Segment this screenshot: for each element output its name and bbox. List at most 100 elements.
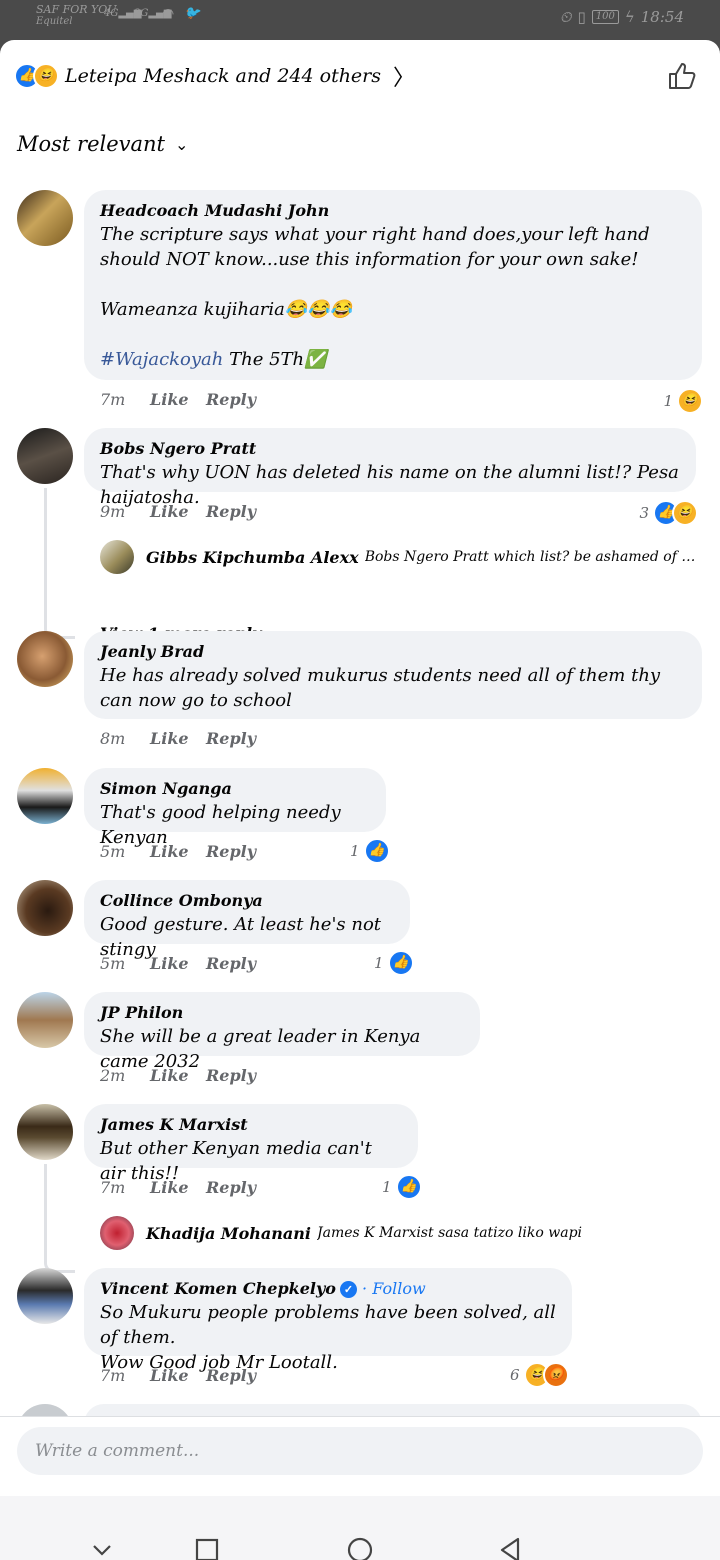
- avatar[interactable]: [17, 1268, 73, 1324]
- comment-text: The 5Th✅: [223, 349, 327, 370]
- haha-icon: 😆: [677, 388, 703, 414]
- avatar[interactable]: [17, 1104, 73, 1160]
- reply-author[interactable]: Khadija Mohanani: [146, 1224, 311, 1243]
- status-right: ⏲ ▯ 100 ϟ 18:54: [560, 8, 684, 26]
- reaction-count-number: 1: [382, 1178, 392, 1196]
- reaction-count-number: 3: [639, 504, 649, 522]
- like-button[interactable]: Like: [150, 1178, 206, 1197]
- comment-actions: 9m Like Reply: [100, 502, 256, 521]
- comment-author[interactable]: Jeanly Brad: [100, 641, 686, 663]
- hashtag-link[interactable]: #Wajackoyah: [100, 349, 223, 370]
- comment-bubble[interactable]: JP Philon She will be a great leader in …: [84, 992, 480, 1072]
- comment-time: 7m: [100, 390, 126, 409]
- like-button[interactable]: Like: [150, 502, 206, 521]
- avatar[interactable]: [17, 992, 73, 1048]
- signal-4g-label: 4G: [104, 8, 119, 19]
- status-bar: SAF FOR YOU Equitel 4G▂▄▆ 3G▂▄▆ ◠ 🐦 ⏲ ▯ …: [0, 0, 720, 40]
- comment-time: 5m: [100, 842, 126, 861]
- charging-icon: ϟ: [624, 8, 635, 26]
- reaction-count-number: 1: [350, 842, 360, 860]
- comment-actions: 5m Like Reply: [100, 842, 256, 861]
- like-icon: 👍: [387, 950, 414, 976]
- reply-button[interactable]: Reply: [206, 1366, 256, 1385]
- comment-author[interactable]: JP Philon: [100, 1002, 464, 1024]
- like-button[interactable]: Like: [150, 390, 206, 409]
- comment-bubble[interactable]: Bobs Ngero Pratt That's why UON has dele…: [84, 428, 696, 508]
- comment-bubble[interactable]: Jeanly Brad He has already solved mukuru…: [84, 631, 702, 719]
- comment-actions: 5m Like Reply: [100, 954, 256, 973]
- comment-author[interactable]: Headcoach Mudashi John: [100, 200, 686, 222]
- avatar[interactable]: [17, 190, 73, 246]
- reply-button[interactable]: Reply: [206, 1178, 256, 1197]
- comment-time: 8m: [100, 729, 126, 748]
- reply-button[interactable]: Reply: [206, 729, 256, 748]
- reply-text: James K Marxist sasa tatizo liko wapi: [317, 1225, 583, 1241]
- thread-line: [44, 1164, 75, 1273]
- comment-text: So Mukuru people problems have been solv…: [100, 1302, 556, 1348]
- reply-preview[interactable]: Khadija Mohanani James K Marxist sasa ta…: [100, 1216, 700, 1250]
- comment-bubble[interactable]: Vincent Komen Chepkelyo ✓ · Follow So Muk…: [84, 1268, 572, 1373]
- reactions-text: Leteipa Meshack and 244 others: [65, 65, 382, 87]
- comment-time: 5m: [100, 954, 126, 973]
- avatar[interactable]: [100, 1216, 134, 1250]
- alarm-icon: ⏲: [559, 8, 572, 26]
- comments-sheet: 👍 😆 Leteipa Meshack and 244 others 〉 Mos…: [0, 40, 720, 1560]
- battery-icon: 100: [591, 10, 619, 24]
- like-button[interactable]: Like: [150, 729, 206, 748]
- reaction-count[interactable]: 1 😆: [663, 388, 703, 414]
- comment-author[interactable]: Simon Nganga: [100, 778, 370, 800]
- follow-button[interactable]: Follow: [372, 1279, 425, 1298]
- recents-square-icon[interactable]: [193, 1536, 221, 1560]
- like-button[interactable]: Like: [150, 1366, 206, 1385]
- chevron-down-icon[interactable]: [88, 1536, 116, 1560]
- like-button[interactable]: Like: [150, 1066, 206, 1085]
- comment-author[interactable]: Collince Ombonya: [100, 890, 394, 912]
- reply-author[interactable]: Gibbs Kipchumba Alexx: [146, 548, 359, 567]
- reaction-count[interactable]: 1 👍: [382, 1174, 422, 1200]
- wifi-icon: ◠: [162, 6, 175, 22]
- comment-text: He has already solved mukurus students n…: [100, 665, 661, 711]
- system-nav-bar: [0, 1496, 720, 1560]
- avatar[interactable]: [17, 428, 73, 484]
- comment-time: 2m: [100, 1066, 126, 1085]
- back-triangle-icon[interactable]: [496, 1536, 524, 1560]
- thumbs-up-outline-icon[interactable]: [666, 60, 698, 92]
- reply-button[interactable]: Reply: [206, 390, 256, 409]
- reply-button[interactable]: Reply: [206, 502, 256, 521]
- reply-button[interactable]: Reply: [206, 842, 256, 861]
- comment-actions: 8m Like Reply: [100, 729, 256, 748]
- reaction-count[interactable]: 1 👍: [350, 838, 390, 864]
- comment-bubble[interactable]: Simon Nganga That's good helping needy K…: [84, 768, 386, 848]
- comment-actions: 7m Like Reply: [100, 1178, 256, 1197]
- clock: 18:54: [640, 8, 684, 26]
- reaction-count-number: 6: [510, 1366, 520, 1384]
- reaction-count[interactable]: 3 👍 😆: [639, 500, 698, 526]
- reactions-summary[interactable]: 👍 😆 Leteipa Meshack and 244 others 〉: [14, 60, 415, 92]
- avatar[interactable]: [17, 880, 73, 936]
- like-button[interactable]: Like: [150, 842, 206, 861]
- reaction-count[interactable]: 6 😆 😡: [510, 1362, 569, 1388]
- reaction-count[interactable]: 1 👍: [374, 950, 414, 976]
- home-circle-icon[interactable]: [346, 1536, 374, 1560]
- chevron-right-icon: 〉: [393, 66, 416, 91]
- like-button[interactable]: Like: [150, 954, 206, 973]
- reaction-count-number: 1: [663, 392, 673, 410]
- reply-preview[interactable]: Gibbs Kipchumba Alexx Bobs Ngero Pratt w…: [100, 540, 700, 574]
- comment-bubble[interactable]: James K Marxist But other Kenyan media c…: [84, 1104, 418, 1184]
- avatar[interactable]: [17, 768, 73, 824]
- thread-line: [44, 488, 75, 639]
- reply-button[interactable]: Reply: [206, 954, 256, 973]
- comment-author[interactable]: Vincent Komen Chepkelyo: [100, 1279, 336, 1298]
- comment-input[interactable]: Write a comment...: [17, 1427, 703, 1475]
- sort-dropdown[interactable]: Most relevant ⌄: [17, 132, 188, 156]
- comment-author[interactable]: Bobs Ngero Pratt: [100, 438, 680, 460]
- like-icon: 👍: [395, 1174, 422, 1200]
- reply-button[interactable]: Reply: [206, 1066, 256, 1085]
- comment-bubble[interactable]: Collince Ombonya Good gesture. At least …: [84, 880, 410, 960]
- comment-author[interactable]: James K Marxist: [100, 1114, 402, 1136]
- comment-bubble[interactable]: Headcoach Mudashi John The scripture say…: [84, 190, 702, 380]
- chevron-down-icon: ⌄: [175, 134, 189, 154]
- vibrate-icon: ▯: [577, 8, 586, 26]
- avatar[interactable]: [100, 540, 134, 574]
- avatar[interactable]: [17, 631, 73, 687]
